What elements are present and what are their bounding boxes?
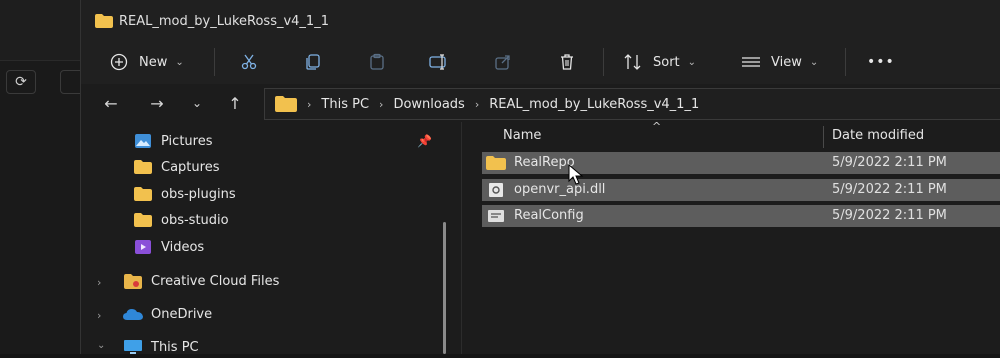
file-name: openvr_api.dll — [514, 182, 606, 197]
breadcrumb-current-folder[interactable]: REAL_mod_by_LukeRoss_v4_1_1 — [489, 97, 699, 112]
new-button[interactable]: New ⌄ — [109, 50, 184, 74]
breadcrumb-downloads[interactable]: Downloads — [393, 97, 464, 112]
clipboard-icon — [367, 52, 387, 72]
chevron-down-icon: ⌄ — [809, 56, 819, 68]
nav-item-label: Videos — [161, 239, 205, 255]
command-bar: New ⌄ Sort ⌄ View ⌄ ••• — [81, 40, 1000, 84]
chevron-down-icon: ⌄ — [175, 56, 184, 68]
breadcrumb-this-pc[interactable]: This PC — [321, 97, 369, 112]
file-name: RealConfig — [514, 208, 584, 223]
navigation-pane: 📌 Pictures Captures obs-plugins obs-stud… — [81, 122, 461, 355]
chevron-right-icon: › — [379, 97, 384, 111]
file-list: ^ Name Date modified RealRepo 5/9/2022 2… — [461, 120, 1000, 354]
nav-item-label: Creative Cloud Files — [151, 273, 280, 289]
scissors-icon — [239, 52, 259, 72]
chevron-right-icon: › — [307, 97, 312, 111]
nav-item-label: Pictures — [161, 133, 213, 149]
forward-arrow-icon[interactable]: → — [145, 92, 169, 114]
nav-item-this-pc[interactable]: This PC — [123, 336, 199, 358]
file-date-modified: 5/9/2022 2:11 PM — [832, 155, 947, 170]
chevron-right-icon[interactable]: › — [97, 309, 101, 322]
column-header-date-modified[interactable]: Date modified — [832, 128, 924, 143]
view-label: View — [771, 54, 802, 70]
rename-icon — [429, 52, 449, 72]
sort-label: Sort — [653, 54, 680, 70]
chevron-right-icon[interactable]: › — [97, 276, 101, 289]
sort-ascending-caret-icon: ^ — [652, 120, 662, 133]
creative-cloud-icon — [123, 273, 143, 289]
copy-icon — [303, 52, 323, 72]
new-label: New — [139, 54, 168, 70]
paste-button[interactable] — [367, 50, 387, 74]
nav-item-label: obs-studio — [161, 212, 229, 228]
nav-item-obs-plugins[interactable]: obs-plugins — [133, 183, 236, 205]
folder-icon — [275, 96, 297, 112]
pin-icon[interactable]: 📌 — [417, 134, 432, 148]
column-header-name[interactable]: Name — [503, 128, 541, 143]
nav-item-obs-studio[interactable]: obs-studio — [133, 209, 229, 231]
share-icon — [493, 52, 513, 72]
share-button[interactable] — [493, 50, 513, 74]
recent-locations-chevron-icon[interactable]: ⌄ — [185, 92, 209, 114]
sort-icon — [623, 52, 643, 72]
onedrive-icon — [123, 306, 143, 322]
nav-item-captures[interactable]: Captures — [133, 156, 219, 178]
file-date-modified: 5/9/2022 2:11 PM — [832, 208, 947, 223]
nav-item-videos[interactable]: Videos — [133, 236, 204, 258]
copy-button[interactable] — [303, 50, 323, 74]
column-divider[interactable] — [823, 126, 824, 148]
nav-item-label: OneDrive — [151, 306, 213, 322]
nav-item-label: This PC — [151, 339, 199, 355]
rename-button[interactable] — [429, 50, 449, 74]
nav-item-label: Captures — [161, 159, 220, 175]
nav-item-pictures[interactable]: Pictures — [133, 130, 212, 152]
folder-icon — [95, 14, 113, 28]
file-explorer-window: REAL_mod_by_LukeRoss_v4_1_1 New ⌄ Sort ⌄… — [80, 0, 1000, 355]
folder-icon — [133, 186, 153, 202]
toolbar-divider — [603, 48, 604, 76]
back-arrow-icon[interactable]: ← — [99, 92, 123, 114]
trash-icon — [557, 52, 577, 72]
background-browser-window: ⟳ — [0, 0, 102, 354]
nav-item-creative-cloud-files[interactable]: Creative Cloud Files — [123, 270, 279, 292]
view-icon — [741, 52, 761, 72]
file-date-modified: 5/9/2022 2:11 PM — [832, 182, 947, 197]
folder-icon — [133, 159, 153, 175]
navigation-pane-scrollbar[interactable] — [443, 222, 446, 354]
reload-icon[interactable]: ⟳ — [6, 70, 36, 94]
config-file-icon — [486, 208, 506, 224]
file-row-realconfig[interactable]: RealConfig 5/9/2022 2:11 PM — [482, 205, 1000, 227]
see-more-button[interactable]: ••• — [867, 50, 895, 74]
nav-item-onedrive[interactable]: OneDrive — [123, 303, 212, 325]
cut-button[interactable] — [239, 50, 259, 74]
chevron-down-icon: ⌄ — [687, 56, 697, 68]
file-name: RealRepo — [514, 155, 575, 170]
plus-icon — [109, 52, 129, 72]
nav-item-label: obs-plugins — [161, 186, 236, 202]
background-browser-tabstrip — [0, 0, 80, 61]
sort-button[interactable]: Sort ⌄ — [623, 50, 696, 74]
chevron-right-icon: › — [474, 97, 480, 111]
mouse-pointer-icon — [568, 164, 584, 185]
address-bar[interactable]: › This PC › Downloads › REAL_mod_by_Luke… — [264, 88, 1000, 120]
file-row-openvr-api-dll[interactable]: openvr_api.dll 5/9/2022 2:11 PM — [482, 179, 1000, 201]
folder-icon — [133, 212, 153, 228]
toolbar-divider — [845, 48, 846, 76]
window-title: REAL_mod_by_LukeRoss_v4_1_1 — [119, 14, 329, 29]
pictures-icon — [133, 133, 153, 149]
up-arrow-icon[interactable]: ↑ — [223, 92, 247, 114]
chevron-down-icon[interactable]: ⌄ — [97, 340, 105, 351]
this-pc-icon — [123, 339, 143, 355]
toolbar-divider — [214, 48, 215, 76]
view-button[interactable]: View ⌄ — [741, 50, 818, 74]
delete-button[interactable] — [557, 50, 577, 74]
folder-icon — [486, 155, 506, 171]
videos-icon — [133, 239, 153, 255]
navigation-bar: ← → ⌄ ↑ › This PC › Downloads › REAL_mod… — [81, 84, 1000, 122]
dll-file-icon — [486, 182, 506, 198]
file-row-realrepo[interactable]: RealRepo 5/9/2022 2:11 PM — [482, 152, 1000, 174]
title-bar[interactable]: REAL_mod_by_LukeRoss_v4_1_1 — [81, 0, 1000, 40]
